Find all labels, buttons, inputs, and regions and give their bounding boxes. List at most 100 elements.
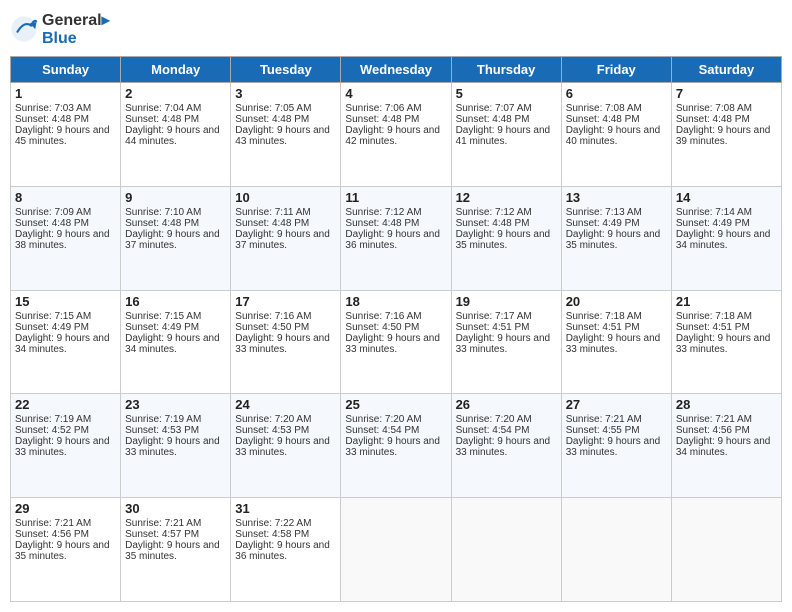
calendar-cell: 22 Sunrise: 7:19 AM Sunset: 4:52 PM Dayl…	[11, 394, 121, 498]
day-of-week-header: Wednesday	[341, 57, 451, 83]
day-of-week-header: Friday	[561, 57, 671, 83]
sunset-label: Sunset: 4:50 PM	[345, 322, 419, 333]
calendar-cell	[671, 498, 781, 602]
daylight-label: Daylight: 9 hours and 34 minutes.	[15, 333, 110, 355]
daylight-label: Daylight: 9 hours and 34 minutes.	[125, 333, 220, 355]
sunset-label: Sunset: 4:48 PM	[15, 218, 89, 229]
day-number: 9	[125, 190, 226, 205]
daylight-label: Daylight: 9 hours and 37 minutes.	[235, 229, 330, 251]
sunset-label: Sunset: 4:53 PM	[235, 425, 309, 436]
calendar-cell	[341, 498, 451, 602]
logo-icon	[10, 15, 38, 43]
daylight-label: Daylight: 9 hours and 34 minutes.	[676, 436, 771, 458]
sunrise-label: Sunrise: 7:15 AM	[125, 311, 201, 322]
sunrise-label: Sunrise: 7:10 AM	[125, 207, 201, 218]
sunrise-label: Sunrise: 7:12 AM	[345, 207, 421, 218]
sunset-label: Sunset: 4:50 PM	[235, 322, 309, 333]
calendar-cell: 17 Sunrise: 7:16 AM Sunset: 4:50 PM Dayl…	[231, 290, 341, 394]
calendar-cell: 8 Sunrise: 7:09 AM Sunset: 4:48 PM Dayli…	[11, 186, 121, 290]
sunrise-label: Sunrise: 7:16 AM	[235, 311, 311, 322]
sunset-label: Sunset: 4:49 PM	[566, 218, 640, 229]
day-number: 25	[345, 397, 446, 412]
sunrise-label: Sunrise: 7:06 AM	[345, 103, 421, 114]
daylight-label: Daylight: 9 hours and 33 minutes.	[345, 333, 440, 355]
day-number: 26	[456, 397, 557, 412]
sunset-label: Sunset: 4:55 PM	[566, 425, 640, 436]
day-number: 17	[235, 294, 336, 309]
day-number: 2	[125, 86, 226, 101]
sunset-label: Sunset: 4:51 PM	[566, 322, 640, 333]
daylight-label: Daylight: 9 hours and 35 minutes.	[566, 229, 661, 251]
calendar-cell: 7 Sunrise: 7:08 AM Sunset: 4:48 PM Dayli…	[671, 83, 781, 187]
calendar-page: General▸ Blue SundayMondayTuesdayWednesd…	[0, 0, 792, 612]
calendar-cell: 24 Sunrise: 7:20 AM Sunset: 4:53 PM Dayl…	[231, 394, 341, 498]
calendar-cell: 5 Sunrise: 7:07 AM Sunset: 4:48 PM Dayli…	[451, 83, 561, 187]
sunrise-label: Sunrise: 7:07 AM	[456, 103, 532, 114]
daylight-label: Daylight: 9 hours and 43 minutes.	[235, 125, 330, 147]
calendar-cell: 20 Sunrise: 7:18 AM Sunset: 4:51 PM Dayl…	[561, 290, 671, 394]
sunrise-label: Sunrise: 7:08 AM	[566, 103, 642, 114]
sunrise-label: Sunrise: 7:20 AM	[235, 414, 311, 425]
calendar-cell: 28 Sunrise: 7:21 AM Sunset: 4:56 PM Dayl…	[671, 394, 781, 498]
sunset-label: Sunset: 4:49 PM	[125, 322, 199, 333]
sunset-label: Sunset: 4:48 PM	[676, 114, 750, 125]
sunrise-label: Sunrise: 7:12 AM	[456, 207, 532, 218]
calendar-cell	[561, 498, 671, 602]
sunrise-label: Sunrise: 7:19 AM	[125, 414, 201, 425]
calendar-cell: 18 Sunrise: 7:16 AM Sunset: 4:50 PM Dayl…	[341, 290, 451, 394]
daylight-label: Daylight: 9 hours and 33 minutes.	[456, 436, 551, 458]
sunrise-label: Sunrise: 7:20 AM	[456, 414, 532, 425]
day-number: 23	[125, 397, 226, 412]
sunset-label: Sunset: 4:54 PM	[345, 425, 419, 436]
calendar-cell: 13 Sunrise: 7:13 AM Sunset: 4:49 PM Dayl…	[561, 186, 671, 290]
sunset-label: Sunset: 4:53 PM	[125, 425, 199, 436]
day-number: 28	[676, 397, 777, 412]
day-number: 27	[566, 397, 667, 412]
day-number: 15	[15, 294, 116, 309]
day-number: 16	[125, 294, 226, 309]
calendar-cell: 19 Sunrise: 7:17 AM Sunset: 4:51 PM Dayl…	[451, 290, 561, 394]
sunrise-label: Sunrise: 7:08 AM	[676, 103, 752, 114]
daylight-label: Daylight: 9 hours and 37 minutes.	[125, 229, 220, 251]
day-of-week-header: Thursday	[451, 57, 561, 83]
sunrise-label: Sunrise: 7:14 AM	[676, 207, 752, 218]
sunrise-label: Sunrise: 7:21 AM	[15, 518, 91, 529]
sunrise-label: Sunrise: 7:16 AM	[345, 311, 421, 322]
sunset-label: Sunset: 4:48 PM	[456, 218, 530, 229]
day-number: 8	[15, 190, 116, 205]
day-number: 1	[15, 86, 116, 101]
sunset-label: Sunset: 4:49 PM	[15, 322, 89, 333]
sunrise-label: Sunrise: 7:18 AM	[566, 311, 642, 322]
sunrise-label: Sunrise: 7:09 AM	[15, 207, 91, 218]
day-number: 5	[456, 86, 557, 101]
header: General▸ Blue	[10, 10, 782, 48]
day-number: 22	[15, 397, 116, 412]
calendar-cell: 25 Sunrise: 7:20 AM Sunset: 4:54 PM Dayl…	[341, 394, 451, 498]
logo: General▸ Blue	[10, 10, 110, 48]
calendar-cell: 21 Sunrise: 7:18 AM Sunset: 4:51 PM Dayl…	[671, 290, 781, 394]
day-number: 24	[235, 397, 336, 412]
calendar-cell: 26 Sunrise: 7:20 AM Sunset: 4:54 PM Dayl…	[451, 394, 561, 498]
calendar-cell: 31 Sunrise: 7:22 AM Sunset: 4:58 PM Dayl…	[231, 498, 341, 602]
daylight-label: Daylight: 9 hours and 36 minutes.	[235, 540, 330, 562]
daylight-label: Daylight: 9 hours and 33 minutes.	[125, 436, 220, 458]
calendar-cell: 27 Sunrise: 7:21 AM Sunset: 4:55 PM Dayl…	[561, 394, 671, 498]
sunset-label: Sunset: 4:48 PM	[345, 114, 419, 125]
daylight-label: Daylight: 9 hours and 45 minutes.	[15, 125, 110, 147]
calendar-cell	[451, 498, 561, 602]
calendar-cell: 30 Sunrise: 7:21 AM Sunset: 4:57 PM Dayl…	[121, 498, 231, 602]
logo-text: General▸ Blue	[42, 10, 110, 48]
day-number: 14	[676, 190, 777, 205]
sunset-label: Sunset: 4:48 PM	[566, 114, 640, 125]
day-number: 30	[125, 501, 226, 516]
calendar-cell: 15 Sunrise: 7:15 AM Sunset: 4:49 PM Dayl…	[11, 290, 121, 394]
day-number: 6	[566, 86, 667, 101]
day-number: 7	[676, 86, 777, 101]
sunrise-label: Sunrise: 7:05 AM	[235, 103, 311, 114]
day-number: 19	[456, 294, 557, 309]
calendar-cell: 16 Sunrise: 7:15 AM Sunset: 4:49 PM Dayl…	[121, 290, 231, 394]
day-of-week-header: Sunday	[11, 57, 121, 83]
sunset-label: Sunset: 4:48 PM	[125, 114, 199, 125]
day-number: 3	[235, 86, 336, 101]
sunrise-label: Sunrise: 7:04 AM	[125, 103, 201, 114]
